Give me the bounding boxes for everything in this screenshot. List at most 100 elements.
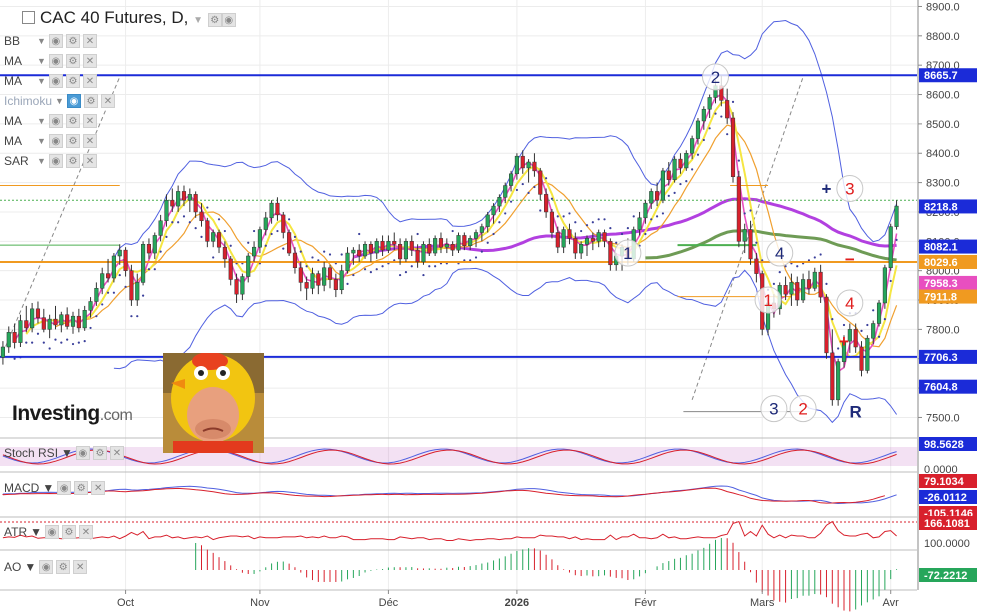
indicator-close-icon[interactable]: ✕ <box>82 134 97 148</box>
costume-pupil-right <box>220 370 226 376</box>
candle-body <box>643 202 648 219</box>
stoch-visibility-icon[interactable]: ◉ <box>75 446 90 460</box>
macd-close-icon[interactable]: ✕ <box>91 481 106 495</box>
chart-title-text: CAC 40 Futures, D, <box>40 8 189 27</box>
collapse-icon[interactable] <box>22 11 35 24</box>
indicator-visibility-icon[interactable]: ◉ <box>48 114 63 128</box>
sar-dot <box>31 341 34 344</box>
candle-body <box>497 197 502 207</box>
indicator-dropdown-icon[interactable]: ▼ <box>55 96 64 106</box>
price-label: 7604.8 <box>924 382 958 394</box>
atr-visibility-icon[interactable]: ◉ <box>45 525 59 539</box>
sar-dot <box>580 229 583 233</box>
stoch-settings-icon[interactable]: ⚙ <box>92 446 107 460</box>
sar-dot <box>685 180 688 183</box>
title-settings-icon[interactable]: ⚙ <box>207 13 222 27</box>
sar-dot <box>328 253 332 256</box>
indicator-visibility-icon[interactable]: ◉ <box>66 94 81 108</box>
candle-body <box>409 241 414 251</box>
ao-label: AO <box>4 560 22 574</box>
indicator-close-icon[interactable]: ✕ <box>82 34 97 48</box>
sar-dot <box>755 241 758 244</box>
sar-dot <box>323 250 326 253</box>
sar-dot <box>655 215 659 218</box>
indicator-close-icon[interactable]: ✕ <box>82 74 97 88</box>
indicator-row-ma[interactable]: MA ▼ ◉ ⚙ ✕ <box>4 114 97 128</box>
candle-body <box>468 238 473 246</box>
candle-body <box>76 315 81 329</box>
indicator-settings-icon[interactable]: ⚙ <box>65 114 80 128</box>
indicator-dropdown-icon[interactable]: ▼ <box>37 116 46 126</box>
ao-close-icon[interactable]: ✕ <box>73 560 88 574</box>
candle-body <box>660 170 665 201</box>
sar-dot <box>381 265 384 268</box>
candle-body <box>725 100 730 119</box>
candle-body <box>374 241 379 254</box>
indicator-row-sar[interactable]: SAR ▼ ◉ ⚙ ✕ <box>4 154 97 168</box>
indicator-dropdown-icon[interactable]: ▼ <box>37 136 46 146</box>
indicator-visibility-icon[interactable]: ◉ <box>48 54 63 68</box>
indicator-close-icon[interactable]: ✕ <box>82 114 97 128</box>
title-visibility-icon[interactable]: ◉ <box>221 13 236 27</box>
candle-body <box>252 246 257 257</box>
ao-visibility-icon[interactable]: ◉ <box>39 560 54 574</box>
candle-body <box>742 229 747 242</box>
indicator-row-ma[interactable]: MA ▼ ◉ ⚙ ✕ <box>4 74 97 88</box>
indicator-row-ma[interactable]: MA ▼ ◉ ⚙ ✕ <box>4 54 97 68</box>
indicator-row-ichimoku[interactable]: Ichimoku ▼ ◉ ⚙ ✕ <box>4 94 115 108</box>
sar-dot <box>194 227 197 230</box>
sar-dot <box>112 291 115 294</box>
indicator-dropdown-icon[interactable]: ▼ <box>37 56 46 66</box>
indicator-close-icon[interactable]: ✕ <box>100 94 115 108</box>
sar-dot <box>480 250 483 253</box>
candle-body <box>257 229 262 248</box>
candle-body <box>322 267 327 286</box>
sar-dot <box>48 347 51 350</box>
chart-canvas[interactable]: 12341234+−+R7500.07600.07700.07800.07900… <box>0 0 984 613</box>
ao-settings-icon[interactable]: ⚙ <box>56 560 71 574</box>
indicator-visibility-icon[interactable]: ◉ <box>48 34 63 48</box>
y-tick-label: 8900.0 <box>926 1 960 13</box>
sar-dot <box>42 341 45 344</box>
indicator-visibility-icon[interactable]: ◉ <box>48 134 63 148</box>
candle-body <box>333 279 338 291</box>
sub-panel-value-label: 100.0000 <box>924 538 970 550</box>
indicator-settings-icon[interactable]: ⚙ <box>83 94 98 108</box>
sar-dot <box>282 247 285 250</box>
indicator-settings-icon[interactable]: ⚙ <box>65 54 80 68</box>
sar-dot <box>188 221 191 224</box>
indicator-row-ma[interactable]: MA ▼ ◉ ⚙ ✕ <box>4 134 97 148</box>
atr-settings-icon[interactable]: ⚙ <box>62 525 76 539</box>
indicator-row-bb[interactable]: BB ▼ ◉ ⚙ ✕ <box>4 34 97 48</box>
candle-body <box>82 310 87 329</box>
indicator-settings-icon[interactable]: ⚙ <box>65 134 80 148</box>
logo-brand: Investing <box>12 402 100 425</box>
indicator-dropdown-icon[interactable]: ▼ <box>37 156 46 166</box>
candle-body <box>392 241 397 245</box>
logo-suffix: .com <box>99 407 133 424</box>
indicator-settings-icon[interactable]: ⚙ <box>65 74 80 88</box>
indicator-settings-icon[interactable]: ⚙ <box>65 34 80 48</box>
indicator-visibility-icon[interactable]: ◉ <box>48 74 63 88</box>
indicator-dropdown-icon[interactable]: ▼ <box>37 76 46 86</box>
candle-body <box>368 244 373 254</box>
candle-body <box>690 138 695 154</box>
indicator-close-icon[interactable]: ✕ <box>82 54 97 68</box>
title-dropdown-icon[interactable]: ▼ <box>193 15 203 26</box>
stoch-band <box>0 447 917 466</box>
macd-settings-icon[interactable]: ⚙ <box>74 481 89 495</box>
candle-body <box>795 282 800 301</box>
candle-body <box>135 282 140 301</box>
indicator-close-icon[interactable]: ✕ <box>82 154 97 168</box>
indicator-visibility-icon[interactable]: ◉ <box>48 154 63 168</box>
sar-dot <box>410 265 413 268</box>
candle-body <box>310 273 315 289</box>
candle-body <box>292 252 298 268</box>
candle-body <box>275 202 280 216</box>
indicator-dropdown-icon[interactable]: ▼ <box>37 36 46 46</box>
sar-dot <box>363 268 367 271</box>
macd-visibility-icon[interactable]: ◉ <box>57 481 72 495</box>
stoch-close-icon[interactable]: ✕ <box>109 446 124 460</box>
atr-close-icon[interactable]: ✕ <box>79 525 93 539</box>
indicator-settings-icon[interactable]: ⚙ <box>65 154 80 168</box>
